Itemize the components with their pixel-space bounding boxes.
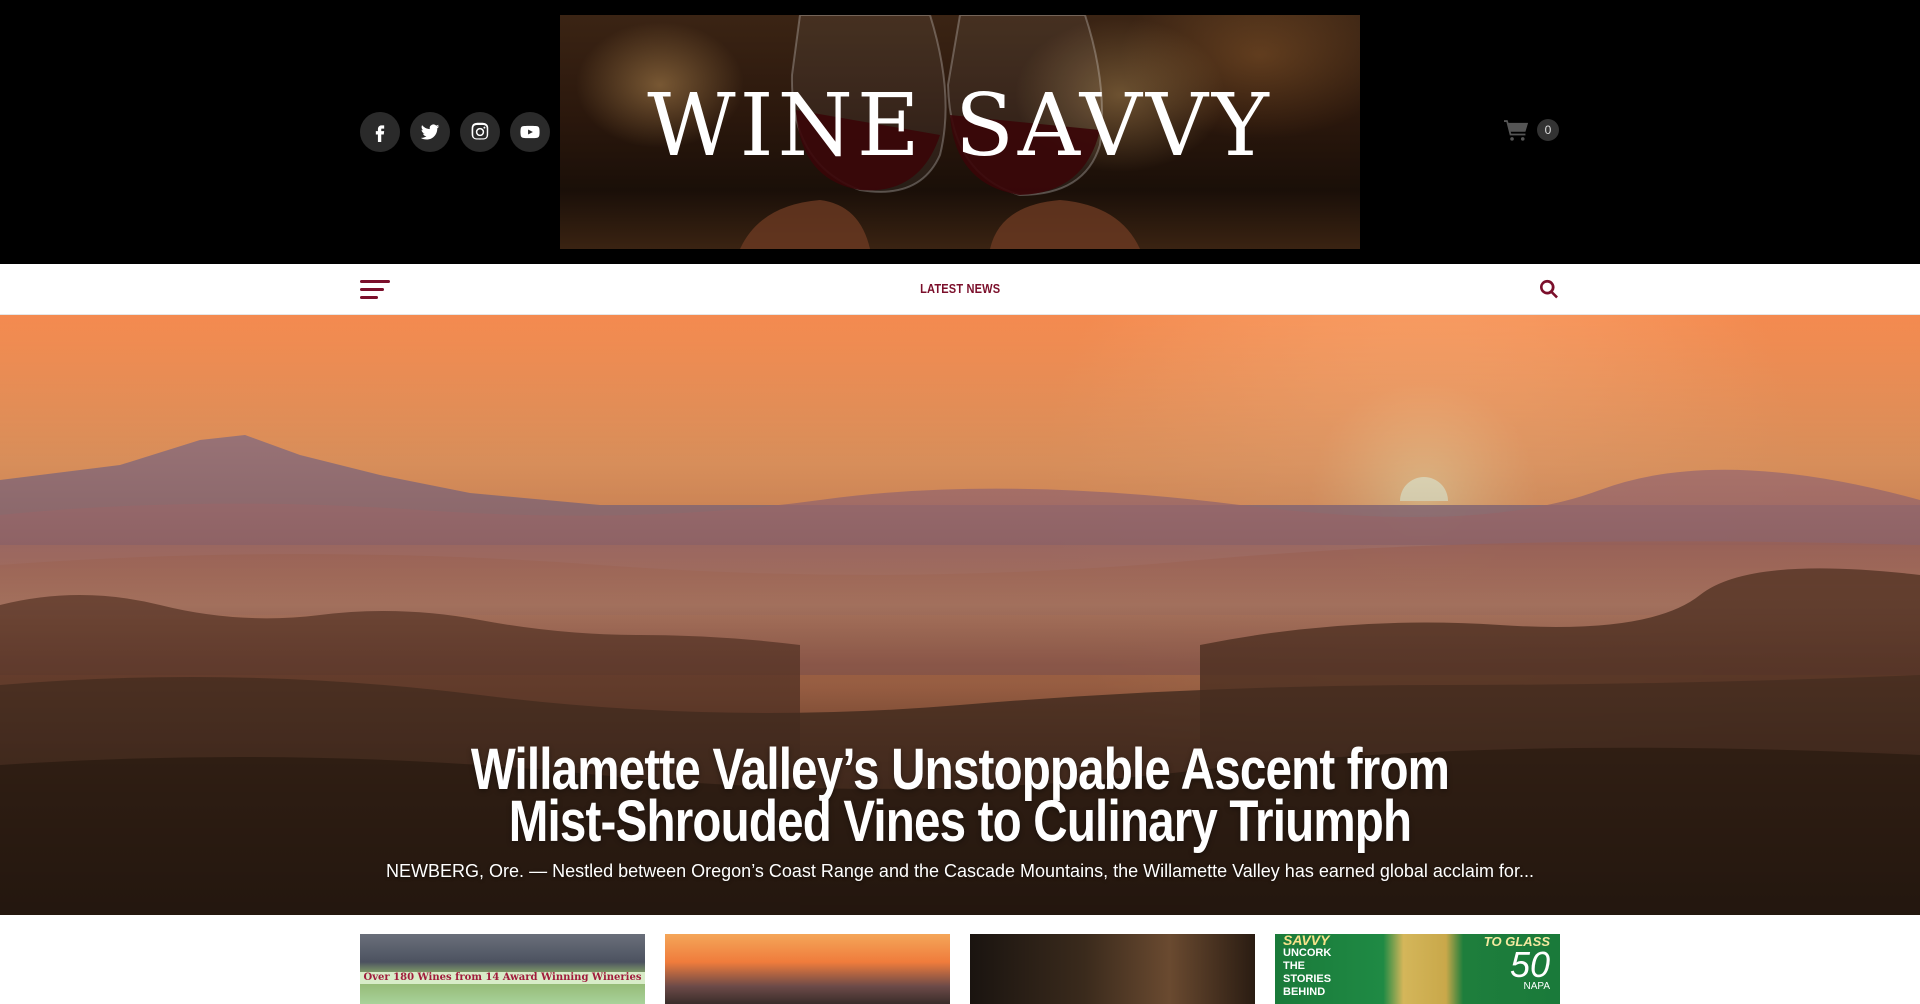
search-button[interactable] [1538, 278, 1560, 300]
youtube-icon [520, 125, 540, 139]
twitter-icon [420, 124, 440, 140]
instagram-icon [471, 122, 489, 140]
article-card[interactable]: Over 180 Wines from 14 Award Winning Win… [360, 934, 645, 1004]
nav-link-latest-news[interactable]: LATEST NEWS [920, 264, 1000, 314]
site-header: WINE SAVVY 0 [0, 0, 1920, 264]
facebook-icon [375, 125, 385, 142]
article-card[interactable] [665, 934, 950, 1004]
shopping-cart-icon [1504, 120, 1529, 141]
instagram-link[interactable] [460, 112, 500, 152]
featured-article-excerpt: NEWBERG, Ore. — Nestled between Oregon’s… [386, 861, 1534, 881]
social-links [360, 112, 550, 152]
article-card[interactable] [970, 934, 1255, 1004]
card-image-text-right: TO GLASS 50 NAPA [1483, 934, 1550, 992]
site-title: WINE SAVVY [647, 76, 1273, 176]
cart-count-badge: 0 [1537, 119, 1559, 141]
youtube-link[interactable] [510, 112, 550, 152]
article-card[interactable]: SAVVY UNCORK THE STORIES BEHIND TO GLASS… [1275, 934, 1560, 1004]
search-icon [1540, 279, 1558, 299]
twitter-link[interactable] [410, 112, 450, 152]
featured-article-title[interactable]: Willamette Valley’s Unstoppable Ascent f… [468, 741, 1452, 851]
main-navigation: LATEST NEWS [0, 264, 1920, 315]
article-card-row: Over 180 Wines from 14 Award Winning Win… [360, 934, 1560, 1004]
site-logo-banner[interactable]: WINE SAVVY [560, 15, 1360, 249]
cart-button[interactable]: 0 [1504, 119, 1559, 141]
card-image-text-left: SAVVY UNCORK THE STORIES BEHIND [1283, 934, 1332, 998]
featured-article[interactable]: Willamette Valley’s Unstoppable Ascent f… [0, 315, 1920, 915]
facebook-link[interactable] [360, 112, 400, 152]
card-image-banner-text: Over 180 Wines from 14 Award Winning Win… [360, 972, 645, 984]
